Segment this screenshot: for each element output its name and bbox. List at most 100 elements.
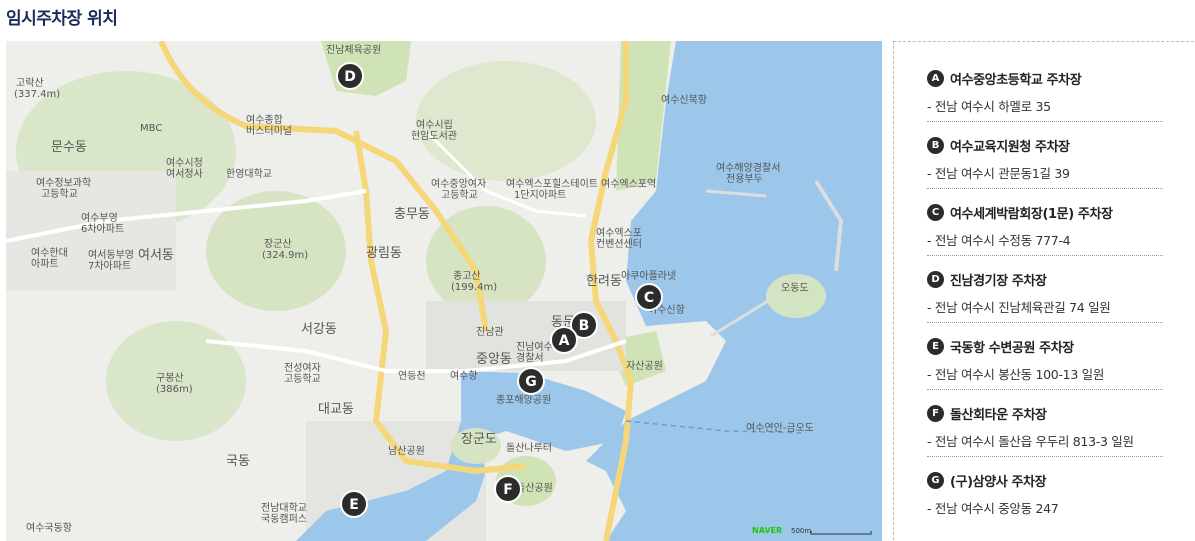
map-label-31: 오동도: [781, 282, 809, 294]
map-label-17: 여수시립: [416, 118, 453, 131]
legend-address: - 전남 여수시 중앙동 247: [927, 501, 1059, 516]
legend-address: - 전남 여수시 봉산동 100-13 일원: [927, 367, 1105, 382]
map-canvas[interactable]: 고락산 (337.4m) MBC 여수시청 여서청사 여수정보과학 고등학교 여…: [6, 41, 882, 541]
map-label-35: (199.4m): [451, 282, 497, 293]
map-label-50: 전남대학교: [261, 502, 307, 514]
map-label-3: MBC: [140, 123, 162, 134]
legend-name: 진남경기장 주차장: [950, 274, 1047, 289]
legend-item-e[interactable]: E 국동항 수변공원 주차장 - 전남 여수시 봉산동 100-13 일원: [927, 337, 1163, 390]
district-label-8: 한려동: [586, 274, 622, 289]
map-label-18: 현암도서관: [411, 130, 457, 142]
map-label-8: 여수부영: [81, 212, 118, 224]
map-marker-e[interactable]: E: [340, 490, 368, 518]
svg-text:B: B: [579, 318, 590, 334]
map-label-4: 여수시청: [166, 157, 203, 169]
map-label-14: 한영대학교: [226, 168, 272, 180]
legend-name: 여수세계박람회장(1문) 주차장: [950, 207, 1113, 222]
map-label-16: 버스터미널: [246, 125, 292, 137]
legend-item-f[interactable]: F 돌산회타운 주차장 - 전남 여수시 돌산읍 우두리 813-3 일원: [927, 404, 1163, 457]
map-label-34: 종고산: [453, 270, 481, 282]
legend-name: 여수중앙초등학교 주차장: [950, 73, 1082, 88]
map-label-24: 여수신북항: [661, 94, 707, 106]
legend-item-a[interactable]: A 여수중앙초등학교 주차장 - 전남 여수시 하멜로 35: [927, 69, 1163, 122]
map-label-44: 연등천: [398, 370, 426, 382]
map-marker-d[interactable]: D: [336, 62, 364, 90]
legend-badge: E: [927, 338, 944, 355]
map-label-1: 고락산: [16, 77, 44, 89]
map-label-26: 전용부두: [726, 173, 763, 185]
district-label-4: 여서동: [138, 248, 174, 263]
district-label-10: 국동: [226, 454, 250, 469]
legend-panel: A 여수중앙초등학교 주차장 - 전남 여수시 하멜로 35 B 여수교육지원청 주…: [893, 41, 1194, 540]
map-label-54: 여수국동항: [26, 522, 72, 534]
district-label-2: 충무동: [394, 207, 430, 222]
map-label-29: 아쿠아플라넷: [621, 270, 676, 282]
map-label-23: 여수엑스포역: [601, 178, 656, 190]
district-label-11: 장군도: [461, 432, 497, 447]
svg-text:F: F: [503, 482, 513, 498]
legend-address: - 전남 여수시 관문동1길 39: [927, 166, 1070, 181]
map-label-12: 여서동부영: [88, 249, 134, 261]
map-label-28: 컨벤션센터: [596, 238, 642, 250]
map-marker-c[interactable]: C: [635, 283, 663, 311]
legend-name: 돌산회타운 주차장: [950, 408, 1047, 423]
map-label-43: 고등학교: [284, 373, 321, 385]
page-title: 임시주차장 위치: [6, 9, 118, 29]
map-label-52: 진남체육공원: [326, 44, 381, 56]
district-label-1: 문수동: [51, 140, 87, 155]
svg-text:E: E: [349, 497, 359, 513]
map-label-15: 여수종합: [246, 114, 283, 126]
district-label-9: 대교동: [318, 402, 354, 417]
map-label-20: 고등학교: [441, 189, 478, 201]
map-label-48: 돌산나루터: [506, 442, 552, 454]
district-label-5: 서강동: [301, 322, 337, 337]
district-label-3: 광림동: [366, 246, 402, 261]
svg-text:A: A: [559, 333, 570, 349]
map-label-37: 진남여수: [516, 341, 553, 353]
map-label-10: 여수한대: [31, 247, 68, 259]
legend-item-b[interactable]: B 여수교육지원청 주차장 - 전남 여수시 관문동1길 39: [927, 136, 1163, 189]
svg-text:C: C: [644, 290, 654, 306]
legend-badge: G: [927, 472, 944, 489]
map-marker-a[interactable]: A: [550, 326, 578, 354]
map-label-9: 6차아파트: [81, 223, 124, 235]
map-label-36: 진남관: [476, 326, 504, 338]
legend-badge: C: [927, 204, 944, 221]
legend-name: (구)삼양사 주차장: [950, 475, 1047, 490]
map-label-38: 경찰서: [516, 351, 544, 364]
map-label-11: 아파트: [31, 258, 59, 270]
map-label-5: 여서청사: [166, 168, 203, 180]
legend-address: - 전남 여수시 하멜로 35: [927, 99, 1051, 114]
legend-badge: D: [927, 271, 944, 288]
map-label-25: 여수해양경찰서: [716, 161, 780, 174]
map-label-7: 고등학교: [41, 188, 78, 200]
legend-name: 국동항 수변공원 주차장: [950, 341, 1074, 356]
map-label-46: 종포해양공원: [496, 393, 551, 406]
map-label-51: 국동캠퍼스: [261, 513, 307, 525]
naver-logo: NAVER: [752, 526, 782, 535]
legend-item-d[interactable]: D 진남경기장 주차장 - 전남 여수시 진남체육관길 74 일원: [927, 270, 1163, 323]
map-label-41: (386m): [156, 384, 193, 395]
map-label-32: 장군산: [264, 238, 292, 250]
district-label-6: 중앙동: [476, 352, 512, 367]
legend-item-c[interactable]: C 여수세계박람회장(1문) 주차장 - 전남 여수시 수정동 777-4: [927, 203, 1163, 256]
map-label-47: 남산공원: [388, 445, 425, 457]
map-view[interactable]: 고락산 (337.4m) MBC 여수시청 여서청사 여수정보과학 고등학교 여…: [6, 41, 882, 541]
map-marker-f[interactable]: F: [494, 475, 522, 503]
map-label-2: (337.4m): [14, 89, 60, 100]
map-label-40: 구봉산: [156, 372, 184, 384]
map-label-45: 여수항: [450, 370, 478, 382]
map-marker-g[interactable]: G: [517, 367, 545, 395]
legend-address: - 전남 여수시 수정동 777-4: [927, 233, 1071, 248]
map-label-19: 여수중앙여자: [431, 178, 486, 190]
legend-address: - 전남 여수시 진남체육관길 74 일원: [927, 300, 1111, 315]
map-label-6: 여수정보과학: [36, 177, 91, 189]
map-label-22: 1단지아파트: [514, 189, 566, 201]
legend-item-g[interactable]: G (구)삼양사 주차장 - 전남 여수시 중앙동 247: [927, 471, 1163, 523]
map-label-39: 자산공원: [626, 360, 663, 372]
map-label-53: 여수연안-금오도: [746, 422, 814, 434]
map-label-33: (324.9m): [262, 250, 308, 261]
legend-address: - 전남 여수시 돌산읍 우두리 813-3 일원: [927, 434, 1134, 449]
legend-name: 여수교육지원청 주차장: [950, 140, 1070, 155]
map-label-42: 전성여자: [284, 362, 321, 374]
